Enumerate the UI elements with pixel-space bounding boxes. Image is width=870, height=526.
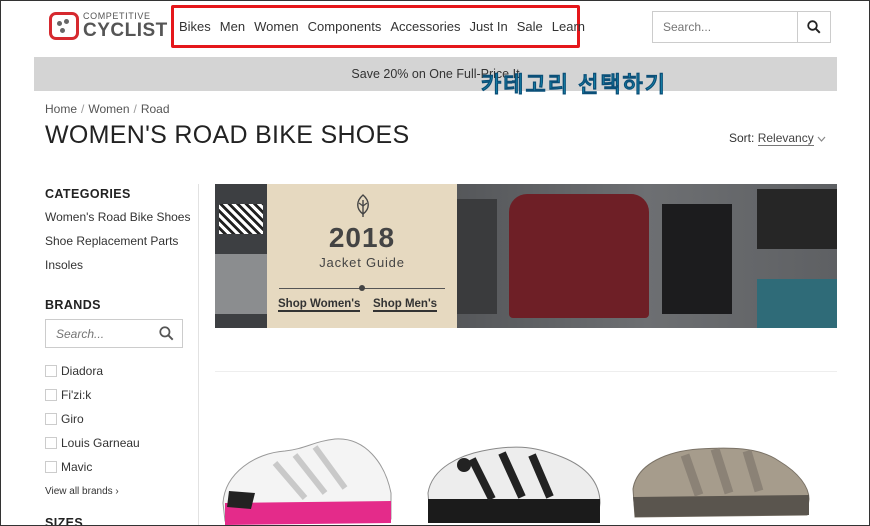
chevron-down-icon [817,136,826,142]
search-icon [807,20,821,34]
banner-image-left [215,184,267,328]
checkbox[interactable] [45,437,57,449]
page-title: WOMEN'S ROAD BIKE SHOES [45,121,410,149]
checkbox[interactable] [45,365,57,377]
shop-womens-link[interactable]: Shop Women's [278,298,361,312]
nav-item-learn[interactable]: Learn [552,19,585,34]
brand-label: Mavic [61,460,93,474]
logo-text-big: CYCLIST [83,20,168,41]
nav-item-components[interactable]: Components [308,19,382,34]
banner-year: 2018 [328,222,396,253]
site-logo[interactable]: COMPETITIVE CYCLIST [49,12,168,40]
sort-control[interactable]: Sort: Relevancy [729,131,826,146]
product-image-shoe-sidi[interactable] [215,433,395,526]
leaf-icon [357,194,369,217]
promo-banner[interactable]: Save 20% on One Full-Price It [34,57,837,91]
nav-item-men[interactable]: Men [220,19,245,34]
nav-item-just-in[interactable]: Just In [469,19,507,34]
content-divider [215,371,837,372]
brand-label: Diadora [61,364,104,378]
brands-heading: BRANDS [45,298,101,312]
view-all-brands-link[interactable]: View all brands › [45,486,119,497]
annotation-overlay: 카테고리 선택하기 [481,72,668,98]
brand-search-input[interactable] [46,320,166,347]
category-link[interactable]: Women's Road Bike Shoes [45,210,190,224]
jacket-guide-panel: 2018 Jacket Guide Shop Women's Shop Men'… [267,184,457,328]
jacket-guide-banner[interactable]: 2018 Jacket Guide Shop Women's Shop Men'… [215,184,837,328]
sidebar-divider [198,184,199,525]
logo-icon [49,12,79,40]
header-search-button[interactable] [797,12,830,42]
brand-filter-diadora[interactable]: Diadora [45,364,103,378]
banner-jacket-photo [457,184,837,328]
main-nav: Bikes Men Women Components Accessories J… [179,19,585,34]
checkbox[interactable] [45,389,57,401]
nav-item-accessories[interactable]: Accessories [390,19,460,34]
category-link[interactable]: Shoe Replacement Parts [45,234,178,248]
page-frame: COMPETITIVE CYCLIST Bikes Men Women Comp… [0,0,870,526]
nav-item-women[interactable]: Women [254,19,299,34]
breadcrumb-women[interactable]: Women [88,102,129,116]
brand-filter-fizik[interactable]: Fi'zi:k [45,388,91,402]
search-icon[interactable] [159,326,174,341]
shop-mens-link[interactable]: Shop Men's [373,298,438,312]
sort-label: Sort: [729,131,755,145]
brand-label: Giro [61,412,84,426]
breadcrumb: Home / Women / Road [45,102,170,116]
breadcrumb-home[interactable]: Home [45,102,77,116]
product-image-shoe-shimano[interactable] [629,433,811,523]
brand-search [45,319,183,348]
categories-heading: CATEGORIES [45,187,131,201]
sizes-heading: SIZES [45,516,84,526]
breadcrumb-road[interactable]: Road [141,102,170,116]
brand-filter-louis-garneau[interactable]: Louis Garneau [45,436,140,450]
product-image-shoe-giro[interactable] [422,433,604,526]
header-search [652,11,831,43]
brand-filter-mavic[interactable]: Mavic [45,460,92,474]
nav-item-sale[interactable]: Sale [517,19,543,34]
brand-filter-giro[interactable]: Giro [45,412,84,426]
brand-label: Louis Garneau [61,436,140,450]
checkbox[interactable] [45,413,57,425]
nav-item-bikes[interactable]: Bikes [179,19,211,34]
header-search-input[interactable] [653,12,799,42]
sort-value[interactable]: Relevancy [757,131,814,146]
category-link[interactable]: Insoles [45,258,83,272]
checkbox[interactable] [45,461,57,473]
brand-label: Fi'zi:k [61,388,92,402]
banner-subtitle: Jacket Guide [319,255,405,270]
